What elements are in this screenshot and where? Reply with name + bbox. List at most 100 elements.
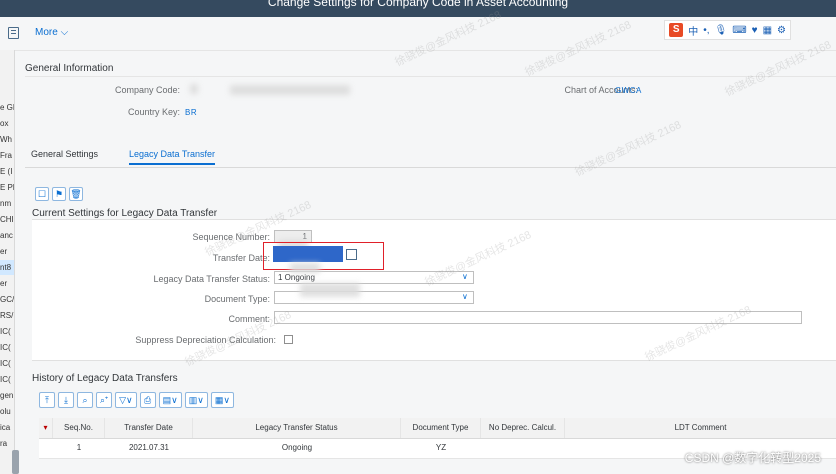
left-item[interactable]: IC( <box>0 340 14 355</box>
country-key-label: Country Key: <box>127 107 180 117</box>
left-navigation-strip: e GL ox Wh Fra E (I E Pl nm CHI anc er n… <box>0 50 15 474</box>
print-button[interactable]: ⎙ <box>139 392 156 408</box>
search-next-icon: ⌕⁺ <box>100 394 109 405</box>
settings-icon[interactable]: ⚙ <box>777 25 786 36</box>
left-item[interactable]: CHI <box>0 212 14 227</box>
align-top-icon: ⤒ <box>45 394 49 405</box>
general-info-title: General Information <box>25 63 114 74</box>
calendar-icon[interactable] <box>346 249 357 260</box>
search-button[interactable]: ⌕ <box>77 392 93 408</box>
export-icon: ▤ <box>162 394 172 405</box>
csdn-watermark: CSDN @数字化转型2025 <box>684 451 821 465</box>
keyboard-icon[interactable]: ⌨ <box>732 25 746 36</box>
history-title: History of Legacy Data Transfers <box>32 373 178 384</box>
window-title-bar: Change Settings for Company Code in Asse… <box>0 0 836 17</box>
chinese-mode-icon[interactable]: 中 <box>688 23 698 38</box>
column-header-no-deprec[interactable]: No Deprec. Calcul. <box>481 418 565 438</box>
layout-button[interactable]: ▥ ∨ <box>184 392 208 408</box>
document-icon: ☐ <box>37 188 47 199</box>
comment-label: Comment: <box>228 314 270 324</box>
left-item-selected[interactable]: nt8 <box>0 260 14 275</box>
chevron-down-icon: ∨ <box>126 394 133 405</box>
tab-legacy-data-transfer[interactable]: Legacy Data Transfer <box>129 149 216 165</box>
sogou-icon[interactable]: S <box>669 23 684 37</box>
flag-button[interactable]: ⚑ <box>52 187 66 201</box>
cell-transfer-date: 2021.07.31 <box>128 443 170 452</box>
column-header-document-type[interactable]: Document Type <box>401 418 481 438</box>
left-item[interactable]: olu <box>0 404 14 419</box>
suppress-depreciation-checkbox[interactable] <box>284 335 293 344</box>
left-item[interactable]: e GL <box>0 100 14 115</box>
company-code-label: Company Code: <box>114 85 180 95</box>
skin-icon[interactable]: ♥ <box>752 25 758 36</box>
left-item[interactable]: GC/ <box>0 292 14 307</box>
redacted-area <box>300 283 360 297</box>
align-bottom-button[interactable]: ⤓ <box>58 392 74 408</box>
history-toolbar: ⤒ ⤓ ⌕ ⌕⁺ ▽ ∨ ⎙ ▤ ∨ ▥ ∨ ▦ ∨ <box>39 392 234 410</box>
left-item[interactable]: er <box>0 276 14 291</box>
align-top-button[interactable]: ⤒ <box>39 392 55 408</box>
create-button[interactable]: ☐ <box>35 187 49 201</box>
align-bottom-icon: ⤓ <box>64 394 68 405</box>
left-item[interactable]: E Pl <box>0 180 14 195</box>
layout-icon: ▥ <box>188 394 198 405</box>
microphone-icon[interactable]: 🎙︎ <box>715 25 728 36</box>
left-item[interactable]: IC( <box>0 324 14 339</box>
current-settings-title: Current Settings for Legacy Data Transfe… <box>32 208 218 219</box>
left-item[interactable]: Wh <box>0 132 14 147</box>
transfer-date-label: Transfer Date: <box>212 253 270 263</box>
chart-of-accounts-value: GWCA <box>615 86 642 95</box>
left-item[interactable]: er <box>0 244 14 259</box>
left-item[interactable]: ra <box>0 436 14 451</box>
tab-general-settings[interactable]: General Settings <box>31 149 98 159</box>
toolbar: More ⌵ S 中 •, 🎙︎ ⌨ ♥ ▦ ⚙ <box>0 17 836 51</box>
company-name-redacted <box>230 85 350 95</box>
search-next-button[interactable]: ⌕⁺ <box>96 392 113 408</box>
left-item[interactable]: Fra <box>0 148 14 163</box>
cell-seqno: 1 <box>76 443 82 452</box>
legacy-status-label: Legacy Data Transfer Status: <box>153 274 270 284</box>
more-label: More <box>35 27 58 38</box>
print-icon: ⎙ <box>144 394 152 405</box>
chevron-down-icon: ∨ <box>223 394 230 405</box>
left-item[interactable]: IC( <box>0 372 14 387</box>
window-title: Change Settings for Company Code in Asse… <box>267 0 569 9</box>
left-item[interactable]: nm <box>0 196 14 211</box>
tab-bar: General Settings Legacy Data Transfer <box>25 145 836 168</box>
suppress-depreciation-label: Suppress Depreciation Calculation: <box>135 335 276 345</box>
divider <box>25 76 836 77</box>
grid-icon[interactable]: ▦ <box>763 25 772 36</box>
delete-button[interactable]: 🗑︎ <box>69 187 83 201</box>
flag-icon: ⚑ <box>54 188 64 199</box>
left-item[interactable]: ica <box>0 420 14 435</box>
column-header-ldt-comment[interactable]: LDT Comment <box>565 418 836 438</box>
left-item[interactable]: anc <box>0 228 14 243</box>
comment-input[interactable] <box>274 311 802 324</box>
filter-icon: ▽ <box>119 394 127 405</box>
ime-toolbar[interactable]: S 中 •, 🎙︎ ⌨ ♥ ▦ ⚙ <box>664 20 791 40</box>
document-icon[interactable] <box>8 27 19 39</box>
sort-indicator-icon[interactable]: ▾ <box>39 418 53 438</box>
column-header-legacy-status[interactable]: Legacy Transfer Status <box>193 418 401 438</box>
punctuation-icon[interactable]: •, <box>703 25 709 36</box>
cell-legacy-status: Ongoing <box>281 443 313 452</box>
current-settings-panel: Sequence Number: 1 Transfer Date: Legacy… <box>32 219 836 361</box>
document-type-label: Document Type: <box>204 294 270 304</box>
left-item[interactable]: ox <box>0 116 14 131</box>
filter-button[interactable]: ▽ ∨ <box>115 392 137 408</box>
left-item[interactable]: IC( <box>0 356 14 371</box>
left-item[interactable]: E (I <box>0 164 14 179</box>
grid-view-button[interactable]: ▦ ∨ <box>210 392 234 408</box>
export-button[interactable]: ▤ ∨ <box>158 392 182 408</box>
search-icon: ⌕ <box>82 394 88 405</box>
country-key-value: BR <box>185 108 198 117</box>
left-item[interactable]: gen <box>0 388 14 403</box>
redacted-area <box>290 263 320 273</box>
column-header-transfer-date[interactable]: Transfer Date <box>105 418 193 438</box>
left-scrollbar[interactable] <box>12 450 19 474</box>
more-button[interactable]: More ⌵ <box>35 27 68 38</box>
column-header-seqno[interactable]: Seq.No. <box>53 418 105 438</box>
chevron-down-icon: ∨ <box>197 394 204 405</box>
left-item[interactable]: RS/ <box>0 308 14 323</box>
transfer-date-input[interactable] <box>273 246 343 262</box>
